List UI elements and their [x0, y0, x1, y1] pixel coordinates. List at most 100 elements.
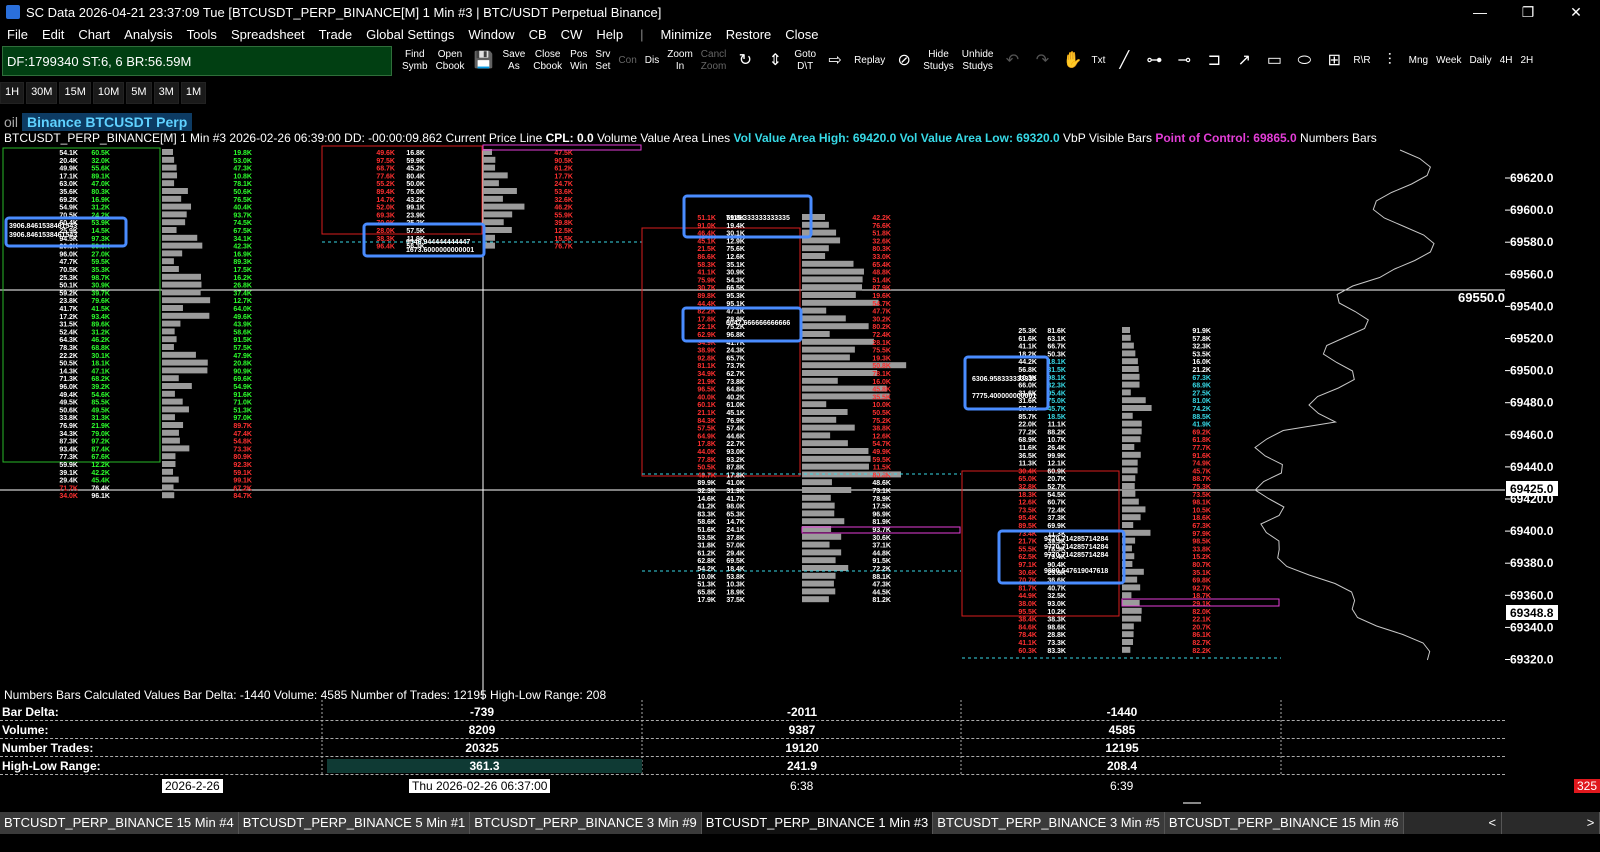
line-tool-icon[interactable]: ╱ — [1109, 45, 1139, 77]
toolbar-button-srv-set[interactable]: Srv Set — [591, 45, 614, 77]
toolbar-button-goto-d-t[interactable]: Goto D\T — [790, 45, 820, 77]
menu-help[interactable]: Help — [589, 27, 630, 42]
menu-analysis[interactable]: Analysis — [117, 27, 179, 42]
stats-value: -1440 — [1106, 705, 1138, 719]
annotation-value: 9546.944444444447 — [406, 239, 470, 246]
toolbar-button-week[interactable]: Week — [1432, 45, 1465, 77]
delta-cell: 47.3K — [872, 582, 891, 589]
chart-tab[interactable]: BTCUSDT_PERP_BINANCE 15 Min #4 — [0, 812, 239, 834]
timeframe-1m[interactable]: 1M — [180, 82, 207, 104]
toolbar-button-txt[interactable]: Txt — [1087, 45, 1109, 77]
footprint-cell: 29.4K — [726, 550, 745, 557]
undo-icon[interactable]: ↶ — [997, 45, 1027, 77]
menu-spreadsheet[interactable]: Spreadsheet — [224, 27, 312, 42]
toolbar-button-pos-win[interactable]: Pos Win — [566, 45, 591, 77]
footprint-cell: 40.2K — [726, 394, 745, 401]
rectangle-tool-icon[interactable]: ▭ — [1259, 45, 1289, 77]
vertical-scale-icon[interactable]: ⇕ — [760, 45, 790, 77]
maximize-icon[interactable]: ❐ — [1504, 0, 1552, 24]
chart-header-cpl: CPL: 0.0 — [545, 131, 594, 145]
menu-window[interactable]: Window — [461, 27, 521, 42]
toolbar-button-4h[interactable]: 4H — [1496, 45, 1517, 77]
horizontal-line-icon[interactable]: ⊸ — [1169, 45, 1199, 77]
chart-tab[interactable]: BTCUSDT_PERP_BINANCE 15 Min #6 — [1164, 812, 1404, 834]
footprint-cell: 57.4K — [726, 426, 745, 433]
delta-cell: 99.1K — [233, 478, 252, 485]
chart-tab-active[interactable]: BTCUSDT_PERP_BINANCE 1 Min #3 — [701, 812, 934, 834]
chart-tab[interactable]: BTCUSDT_PERP_BINANCE 3 Min #5 — [933, 812, 1165, 834]
toolbar-button-hide-studys[interactable]: Hide Studys — [919, 45, 958, 77]
footprint-cell: 41.2K — [697, 504, 716, 511]
timeframe-5m[interactable]: 5M — [126, 82, 152, 104]
delta-cell: 44.8K — [872, 550, 891, 557]
chart-scrollbar[interactable] — [0, 795, 1600, 811]
toolbar-button-con[interactable]: Con — [614, 45, 640, 77]
chart-tab[interactable]: BTCUSDT_PERP_BINANCE 3 Min #9 — [470, 812, 702, 834]
chart-tab[interactable]: BTCUSDT_PERP_BINANCE 5 Min #1 — [238, 812, 471, 834]
close-icon[interactable]: ✕ — [1552, 0, 1600, 24]
footprint-cell: 54.3K — [726, 277, 745, 284]
marker-icon[interactable]: ⊐ — [1199, 45, 1229, 77]
timeframe-15m[interactable]: 15M — [59, 82, 91, 104]
toolbar-button-dis[interactable]: Dis — [641, 45, 663, 77]
redo-icon[interactable]: ↷ — [1027, 45, 1057, 77]
timeframe-1h[interactable]: 1H — [0, 82, 25, 104]
toolbar-button-open-cbook[interactable]: Open Cbook — [432, 45, 469, 77]
hand-pointer-icon[interactable]: ✋ — [1057, 45, 1087, 77]
toolbar-button-daily[interactable]: Daily — [1465, 45, 1495, 77]
volume-bar — [802, 549, 842, 556]
toolbar-button-save-as[interactable]: Save As — [498, 45, 529, 77]
arrow-tool-icon[interactable]: ↗ — [1229, 45, 1259, 77]
delta-cell: 12.6K — [872, 433, 891, 440]
tab-scroll-left-icon[interactable]: < — [1483, 812, 1502, 834]
delta-cell: 82.2K — [1192, 648, 1211, 655]
toolbar-button-zoom-in[interactable]: Zoom In — [663, 45, 697, 77]
volume-bar — [162, 211, 187, 218]
toolbar-button-r-r[interactable]: R\R — [1349, 45, 1374, 77]
chart-header-vbp: VbP Visible Bars — [1063, 131, 1152, 145]
toolbar-button-cancl-zoom[interactable]: Cancl Zoom — [697, 45, 731, 77]
calc-tool-icon[interactable]: ⊞ — [1319, 45, 1349, 77]
volume-bar — [802, 494, 831, 501]
minimize-icon[interactable]: — — [1456, 0, 1504, 24]
fib-tool-icon[interactable]: ⫶ — [1375, 45, 1405, 77]
symbol-label[interactable]: Binance BTCUSDT Perp — [22, 113, 193, 131]
footprint-cell: 96.0K — [59, 251, 78, 258]
delta-cell: 39.8K — [554, 220, 573, 227]
menu-cw[interactable]: CW — [554, 27, 590, 42]
timeframe-3m[interactable]: 3M — [153, 82, 179, 104]
toolbar-button-mng[interactable]: Mng — [1405, 45, 1432, 77]
toolbar-button-close-cbook[interactable]: Close Cbook — [529, 45, 566, 77]
save-icon[interactable]: 💾 — [468, 45, 498, 77]
menu-chart[interactable]: Chart — [71, 27, 117, 42]
menu-edit[interactable]: Edit — [35, 27, 71, 42]
scroll-grip[interactable] — [1183, 802, 1201, 804]
goto-arrow-icon[interactable]: ⇨ — [820, 45, 850, 77]
ray-tool-icon[interactable]: ⊶ — [1139, 45, 1169, 77]
menu-global-settings[interactable]: Global Settings — [359, 27, 461, 42]
menu-tools[interactable]: Tools — [180, 27, 224, 42]
menu-file[interactable]: File — [0, 27, 35, 42]
volume-bar — [802, 338, 874, 345]
toolbar-button-unhide-studys[interactable]: Unhide Studys — [958, 45, 998, 77]
hide-icon[interactable]: ⊘ — [889, 45, 919, 77]
tab-scroll-right-icon[interactable]: > — [1582, 812, 1600, 834]
toolbar-button-replay[interactable]: Replay — [850, 45, 889, 77]
timeframe-10m[interactable]: 10M — [92, 82, 125, 104]
toolbar-button-find-symb[interactable]: Find Symb — [398, 45, 432, 77]
symbol-tab[interactable]: oil Binance BTCUSDT Perp — [0, 112, 193, 132]
ellipse-tool-icon[interactable]: ⬭ — [1289, 45, 1319, 77]
delta-cell: 57.8K — [1192, 336, 1211, 343]
menu-minimize[interactable]: Minimize — [653, 27, 718, 42]
refresh-icon[interactable]: ↻ — [730, 45, 760, 77]
menu-trade[interactable]: Trade — [312, 27, 359, 42]
delta-cell: 97.9K — [1192, 531, 1211, 538]
menu-cb[interactable]: CB — [522, 27, 554, 42]
timeframe-30m[interactable]: 30M — [26, 82, 58, 104]
menu-restore[interactable]: Restore — [719, 27, 779, 42]
toolbar-button-2h[interactable]: 2H — [1516, 45, 1537, 77]
delta-cell: 49.6K — [233, 314, 252, 321]
footprint-chart[interactable]: 69620.0 69600.0 69580.0 69560.0 69540.0 69520… — [0, 130, 1600, 780]
stats-value: 20325 — [465, 741, 499, 755]
menu-close[interactable]: Close — [778, 27, 825, 42]
